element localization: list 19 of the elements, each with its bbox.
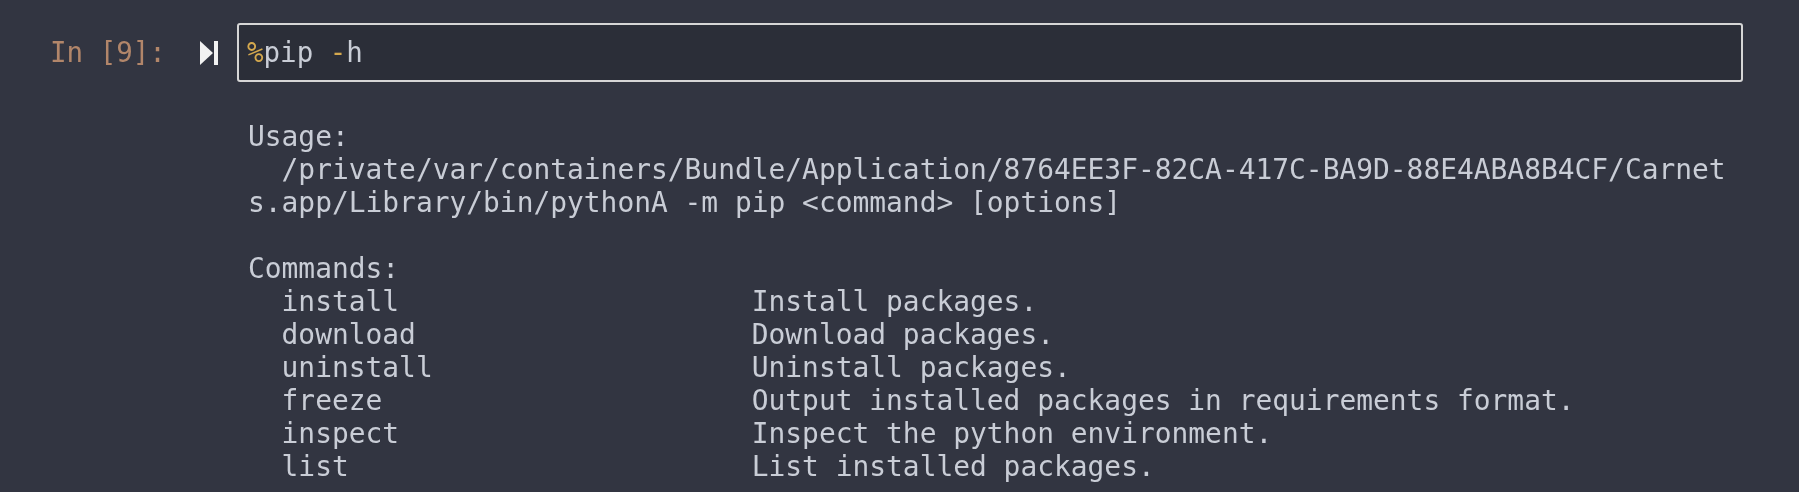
cell-prompt: In [9]: <box>50 34 167 70</box>
command-name: download <box>280 318 417 351</box>
output-heading: Usage: <box>248 120 349 153</box>
command-description: Output installed packages in requirements format. <box>751 384 1575 417</box>
command-name: list <box>280 450 350 483</box>
play-bar-icon[interactable] <box>200 40 218 65</box>
command-name: install <box>280 285 401 318</box>
command-description: Download packages. <box>751 318 1054 351</box>
code-input-field[interactable]: %pip -h <box>237 23 1743 82</box>
output-line: /private/var/containers/Bundle/Application/8764EE3F-82CA-417C-BA9D-88E4ABA8B4CF/Carnet <box>280 153 1726 186</box>
output-line: s.app/Library/bin/pythonA -m pip <command> [options] <box>248 186 1122 219</box>
command-description: Inspect the python environment. <box>751 417 1273 450</box>
command-description: Uninstall packages. <box>751 351 1071 384</box>
command-description: Install packages. <box>751 285 1038 318</box>
command-description: List installed packages. <box>751 450 1155 483</box>
output-heading: Commands: <box>248 252 400 285</box>
command-name: uninstall <box>280 351 434 384</box>
command-name: inspect <box>280 417 401 450</box>
command-name: freeze <box>280 384 384 417</box>
